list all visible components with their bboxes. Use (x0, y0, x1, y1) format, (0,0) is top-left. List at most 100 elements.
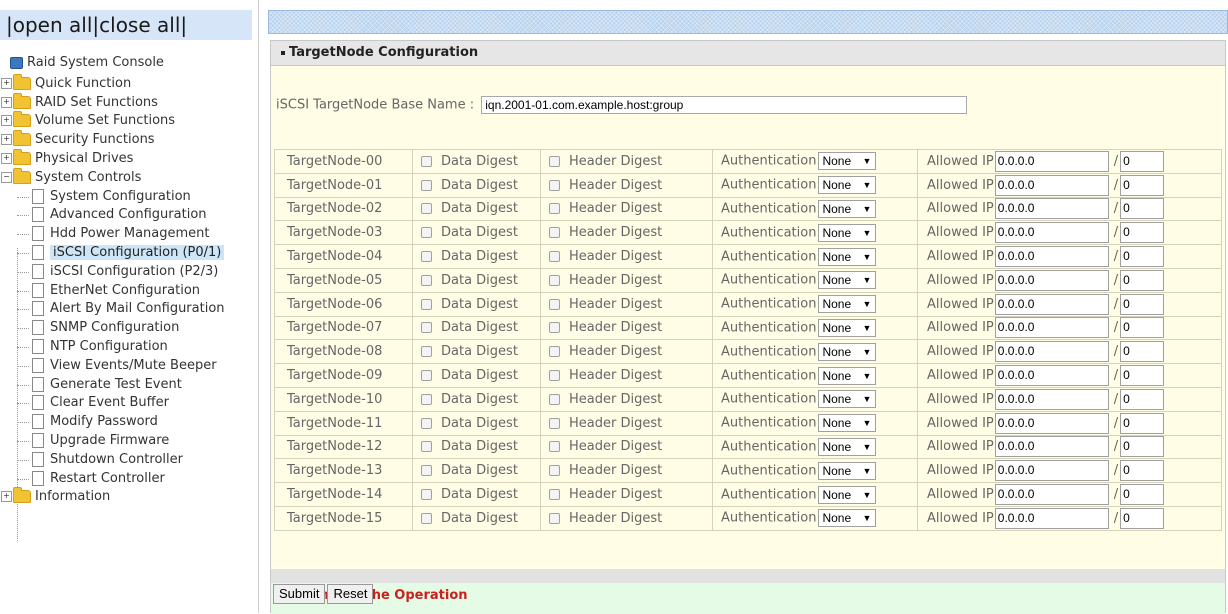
sidebar-item-10[interactable]: Generate Test Event (0, 376, 258, 395)
sidebar-item-7[interactable]: SNMP Configuration (0, 319, 258, 338)
sidebar-item-11[interactable]: Clear Event Buffer (0, 394, 258, 413)
allowed-ip-input[interactable]: 0.0.0.0 (994, 198, 1109, 220)
authentication-select[interactable]: None ▼ (818, 342, 877, 361)
header-digest-checkbox[interactable] (549, 512, 560, 524)
authentication-select[interactable]: None ▼ (818, 199, 877, 218)
allowed-ip-input[interactable]: 0.0.0.0 (994, 507, 1109, 529)
allowed-ip-input[interactable]: 0.0.0.0 (994, 317, 1109, 339)
ip-mask-input[interactable]: 0 (1120, 174, 1165, 196)
authentication-select[interactable]: None ▼ (818, 461, 877, 480)
expand-icon[interactable]: + (1, 77, 12, 89)
ip-mask-input[interactable]: 0 (1120, 246, 1165, 268)
header-digest-checkbox[interactable] (549, 203, 560, 215)
submit-button[interactable]: Submit (273, 584, 326, 604)
data-digest-checkbox[interactable] (421, 465, 432, 477)
tree-root[interactable]: Raid System Console (0, 54, 258, 73)
authentication-select[interactable]: None ▼ (818, 271, 877, 290)
data-digest-checkbox[interactable] (421, 298, 432, 310)
open-all-link[interactable]: open all (13, 13, 93, 37)
allowed-ip-input[interactable]: 0.0.0.0 (994, 436, 1109, 458)
sidebar-folder-2[interactable]: + Volume Set Functions (0, 111, 258, 131)
base-name-input[interactable] (481, 96, 968, 114)
authentication-select[interactable]: None ▼ (818, 437, 877, 456)
close-all-link[interactable]: close all (99, 13, 180, 37)
ip-mask-input[interactable]: 0 (1120, 341, 1165, 363)
ip-mask-input[interactable]: 0 (1120, 198, 1165, 220)
sidebar-item-13[interactable]: Upgrade Firmware (0, 432, 258, 451)
ip-mask-input[interactable]: 0 (1120, 317, 1165, 339)
allowed-ip-input[interactable]: 0.0.0.0 (994, 222, 1109, 244)
sidebar-item-12[interactable]: Modify Password (0, 413, 258, 432)
data-digest-checkbox[interactable] (421, 370, 432, 382)
authentication-select[interactable]: None ▼ (818, 366, 877, 385)
ip-mask-input[interactable]: 0 (1120, 507, 1165, 529)
header-digest-checkbox[interactable] (549, 322, 560, 334)
authentication-select[interactable]: None ▼ (818, 390, 877, 409)
header-digest-checkbox[interactable] (549, 227, 560, 239)
sidebar-item-15[interactable]: Restart Controller (0, 470, 258, 489)
expand-icon[interactable]: + (1, 134, 12, 146)
sidebar-item-2[interactable]: Hdd Power Management (0, 225, 258, 244)
sidebar-folder-6[interactable]: + Information (0, 487, 258, 507)
header-digest-checkbox[interactable] (549, 489, 560, 501)
data-digest-checkbox[interactable] (421, 155, 432, 167)
authentication-select[interactable]: None ▼ (818, 318, 877, 337)
data-digest-checkbox[interactable] (421, 203, 432, 215)
ip-mask-input[interactable]: 0 (1120, 460, 1165, 482)
authentication-select[interactable]: None ▼ (818, 176, 877, 195)
data-digest-checkbox[interactable] (421, 441, 432, 453)
sidebar-item-14[interactable]: Shutdown Controller (0, 451, 258, 470)
sidebar-item-5[interactable]: EtherNet Configuration (0, 282, 258, 301)
ip-mask-input[interactable]: 0 (1120, 365, 1165, 387)
allowed-ip-input[interactable]: 0.0.0.0 (994, 150, 1109, 172)
ip-mask-input[interactable]: 0 (1120, 436, 1165, 458)
header-digest-checkbox[interactable] (549, 155, 560, 167)
allowed-ip-input[interactable]: 0.0.0.0 (994, 341, 1109, 363)
sidebar-item-0[interactable]: System Configuration (0, 188, 258, 207)
header-digest-checkbox[interactable] (549, 179, 560, 191)
authentication-select[interactable]: None ▼ (818, 223, 877, 242)
header-digest-checkbox[interactable] (549, 370, 560, 382)
ip-mask-input[interactable]: 0 (1120, 222, 1165, 244)
allowed-ip-input[interactable]: 0.0.0.0 (994, 174, 1109, 196)
header-digest-checkbox[interactable] (549, 298, 560, 310)
header-digest-checkbox[interactable] (549, 417, 560, 429)
allowed-ip-input[interactable]: 0.0.0.0 (994, 365, 1109, 387)
allowed-ip-input[interactable]: 0.0.0.0 (994, 388, 1109, 410)
sidebar-folder-4[interactable]: + Physical Drives (0, 148, 258, 169)
sidebar-folder-5[interactable]: − System Controls (0, 167, 258, 188)
allowed-ip-input[interactable]: 0.0.0.0 (994, 246, 1109, 268)
data-digest-checkbox[interactable] (421, 393, 432, 405)
data-digest-checkbox[interactable] (421, 346, 432, 358)
ip-mask-input[interactable]: 0 (1120, 269, 1165, 291)
reset-button[interactable]: Reset (327, 584, 374, 604)
expand-icon[interactable]: + (1, 96, 12, 108)
ip-mask-input[interactable]: 0 (1120, 150, 1165, 172)
data-digest-checkbox[interactable] (421, 322, 432, 334)
authentication-select[interactable]: None ▼ (818, 509, 877, 528)
data-digest-checkbox[interactable] (421, 179, 432, 191)
authentication-select[interactable]: None ▼ (818, 485, 877, 504)
data-digest-checkbox[interactable] (421, 512, 432, 524)
sidebar-item-8[interactable]: NTP Configuration (0, 338, 258, 357)
sidebar-item-3[interactable]: iSCSI Configuration (P0/1) (0, 244, 258, 263)
data-digest-checkbox[interactable] (421, 489, 432, 501)
allowed-ip-input[interactable]: 0.0.0.0 (994, 460, 1109, 482)
sidebar-folder-0[interactable]: + Quick Function (0, 73, 258, 94)
header-digest-checkbox[interactable] (549, 441, 560, 453)
ip-mask-input[interactable]: 0 (1120, 293, 1165, 315)
sidebar-folder-3[interactable]: + Security Functions (0, 130, 258, 150)
authentication-select[interactable]: None ▼ (818, 247, 877, 266)
expand-icon[interactable]: + (1, 491, 12, 503)
collapse-icon[interactable]: − (1, 171, 12, 183)
ip-mask-input[interactable]: 0 (1120, 412, 1165, 434)
ip-mask-input[interactable]: 0 (1120, 388, 1165, 410)
sidebar-item-1[interactable]: Advanced Configuration (0, 206, 258, 225)
expand-icon[interactable]: + (1, 115, 12, 127)
expand-icon[interactable]: + (1, 152, 12, 164)
data-digest-checkbox[interactable] (421, 227, 432, 239)
data-digest-checkbox[interactable] (421, 274, 432, 286)
header-digest-checkbox[interactable] (549, 393, 560, 405)
sidebar-item-6[interactable]: Alert By Mail Configuration (0, 300, 258, 319)
allowed-ip-input[interactable]: 0.0.0.0 (994, 293, 1109, 315)
